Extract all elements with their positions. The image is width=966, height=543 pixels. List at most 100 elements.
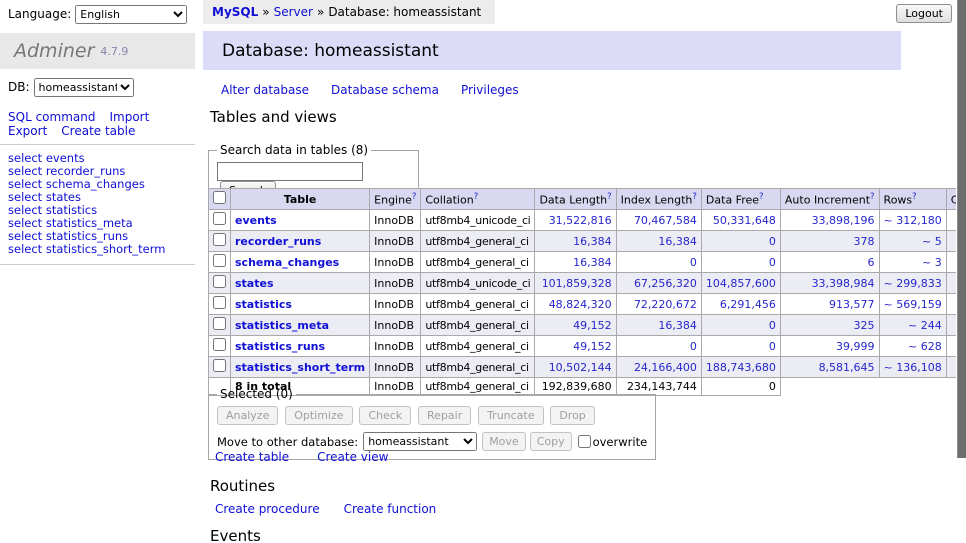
- brand-version[interactable]: 4.7.9: [100, 45, 128, 58]
- engine-cell: InnoDB: [370, 336, 421, 357]
- analyze-button[interactable]: Analyze: [217, 406, 278, 425]
- table-name-cell: statistics_short_term: [231, 357, 370, 378]
- index-length-cell: 70,467,584: [616, 210, 701, 231]
- routine-links: Create procedure Create function: [215, 502, 460, 516]
- data-length-cell: 16,384: [535, 252, 616, 273]
- row-checkbox[interactable]: [213, 317, 226, 330]
- overwrite-checkbox[interactable]: [578, 435, 591, 448]
- sidebar-link-sql-command[interactable]: SQL command: [8, 110, 95, 124]
- table-link[interactable]: states: [235, 277, 274, 290]
- rows-cell: ~ 5: [879, 231, 946, 252]
- breadcrumb-separator: »: [317, 5, 324, 19]
- row-checkbox[interactable]: [213, 338, 226, 351]
- move-button[interactable]: Move: [482, 432, 526, 451]
- table-row: statistics_metaInnoDButf8mb4_general_ci4…: [209, 315, 966, 336]
- total-data-free-cell: 0: [701, 378, 780, 396]
- row-checkbox[interactable]: [213, 296, 226, 309]
- database-schema-link[interactable]: Database schema: [331, 83, 439, 97]
- language-label: Language:: [8, 7, 71, 21]
- table-name-cell: statistics_meta: [231, 315, 370, 336]
- row-checkbox[interactable]: [213, 212, 226, 225]
- column-header-index-length: Index Length?: [616, 189, 701, 210]
- data-free-cell: 50,331,648: [701, 210, 780, 231]
- help-icon[interactable]: ?: [607, 192, 612, 202]
- row-select-cell: [209, 210, 231, 231]
- optimize-button[interactable]: Optimize: [285, 406, 352, 425]
- table-name-cell: recorder_runs: [231, 231, 370, 252]
- table-link[interactable]: events: [235, 214, 277, 227]
- data-free-cell: 104,857,600: [701, 273, 780, 294]
- select-all-cell: [209, 189, 231, 210]
- truncate-button[interactable]: Truncate: [478, 406, 543, 425]
- rows-cell: ~ 3: [879, 252, 946, 273]
- engine-cell: InnoDB: [370, 210, 421, 231]
- language-select[interactable]: English: [75, 5, 187, 24]
- row-select-cell: [209, 336, 231, 357]
- repair-button[interactable]: Repair: [418, 406, 471, 425]
- table-name-cell: schema_changes: [231, 252, 370, 273]
- help-icon[interactable]: ?: [412, 192, 417, 202]
- scrollbar-thumb[interactable]: [957, 0, 966, 458]
- table-link[interactable]: recorder_runs: [235, 235, 321, 248]
- logout-button[interactable]: Logout: [896, 4, 952, 23]
- selected-buttons-row: Analyze Optimize Check Repair Truncate D…: [217, 406, 647, 425]
- search-input[interactable]: [217, 162, 363, 181]
- create-table-link[interactable]: Create table: [215, 450, 289, 464]
- table-link[interactable]: schema_changes: [235, 256, 339, 269]
- collation-cell: utf8mb4_general_ci: [421, 294, 535, 315]
- auto-increment-cell: 33,398,984: [780, 273, 879, 294]
- tables-body: eventsInnoDButf8mb4_unicode_ci31,522,816…: [209, 210, 966, 378]
- adminer-screen: Language:English Adminer 4.7.9 DB:homeas…: [0, 0, 966, 543]
- data-length-cell: 49,152: [535, 315, 616, 336]
- breadcrumb-mysql-link[interactable]: MySQL: [212, 5, 258, 19]
- search-legend: Search data in tables (8): [217, 143, 371, 157]
- table-link[interactable]: statistics_short_term: [235, 361, 365, 374]
- table-link[interactable]: statistics: [235, 298, 292, 311]
- row-checkbox[interactable]: [213, 254, 226, 267]
- table-row: schema_changesInnoDButf8mb4_general_ci16…: [209, 252, 966, 273]
- collation-cell: utf8mb4_unicode_ci: [421, 210, 535, 231]
- check-button[interactable]: Check: [359, 406, 411, 425]
- engine-cell: InnoDB: [370, 252, 421, 273]
- help-icon[interactable]: ?: [692, 192, 697, 202]
- breadcrumb-server-link[interactable]: Server: [274, 5, 313, 19]
- create-procedure-link[interactable]: Create procedure: [215, 502, 320, 516]
- privileges-link[interactable]: Privileges: [461, 83, 519, 97]
- column-header-data-free: Data Free?: [701, 189, 780, 210]
- table-row: recorder_runsInnoDButf8mb4_general_ci16,…: [209, 231, 966, 252]
- sidebar-link-create-table[interactable]: Create table: [61, 124, 135, 138]
- table-link[interactable]: statistics_meta: [235, 319, 329, 332]
- vertical-scrollbar[interactable]: [956, 0, 966, 543]
- drop-button[interactable]: Drop: [550, 406, 594, 425]
- row-checkbox[interactable]: [213, 275, 226, 288]
- index-length-cell: 0: [616, 336, 701, 357]
- data-free-cell: 0: [701, 315, 780, 336]
- create-function-link[interactable]: Create function: [344, 502, 437, 516]
- select-all-checkbox[interactable]: [213, 191, 226, 204]
- help-icon[interactable]: ?: [912, 192, 917, 202]
- index-length-cell: 72,220,672: [616, 294, 701, 315]
- data-length-cell: 31,522,816: [535, 210, 616, 231]
- collation-cell: utf8mb4_general_ci: [421, 231, 535, 252]
- row-checkbox[interactable]: [213, 359, 226, 372]
- sidebar-item-select-statistics-short-term[interactable]: select statistics_short_term: [8, 243, 195, 256]
- data-length-cell: 48,824,320: [535, 294, 616, 315]
- tables-overview-table: Table Engine? Collation? Data Length? In…: [208, 188, 966, 396]
- help-icon[interactable]: ?: [474, 192, 479, 202]
- row-checkbox[interactable]: [213, 233, 226, 246]
- column-header-engine: Engine?: [370, 189, 421, 210]
- sidebar-link-export[interactable]: Export: [8, 124, 47, 138]
- db-select[interactable]: homeassistant: [34, 78, 134, 97]
- auto-increment-cell: 325: [780, 315, 879, 336]
- copy-button[interactable]: Copy: [530, 432, 572, 451]
- table-link[interactable]: statistics_runs: [235, 340, 325, 353]
- help-icon[interactable]: ?: [759, 192, 764, 202]
- move-database-select[interactable]: homeassistant: [363, 432, 477, 451]
- row-select-cell: [209, 315, 231, 336]
- data-length-cell: 49,152: [535, 336, 616, 357]
- create-view-link[interactable]: Create view: [317, 450, 388, 464]
- data-free-cell: 188,743,680: [701, 357, 780, 378]
- help-icon[interactable]: ?: [870, 192, 875, 202]
- sidebar-link-import[interactable]: Import: [109, 110, 149, 124]
- alter-database-link[interactable]: Alter database: [221, 83, 309, 97]
